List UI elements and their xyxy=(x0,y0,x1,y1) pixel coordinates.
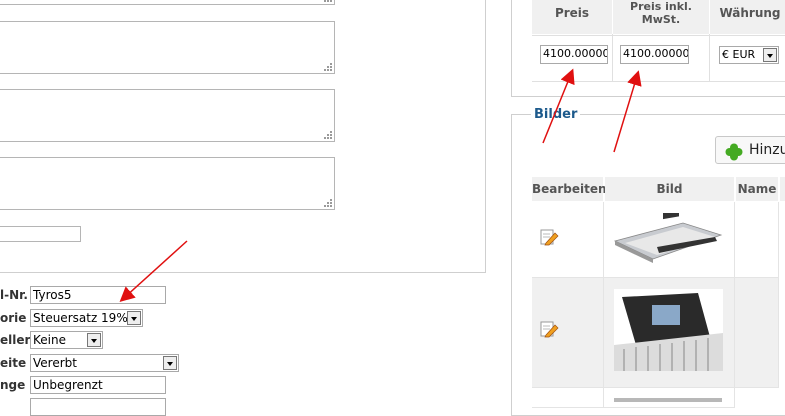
red-arrow-icon xyxy=(119,240,188,303)
red-arrow-icon xyxy=(542,68,575,144)
red-arrow-icon xyxy=(613,70,642,153)
annotation-arrows xyxy=(119,68,642,303)
